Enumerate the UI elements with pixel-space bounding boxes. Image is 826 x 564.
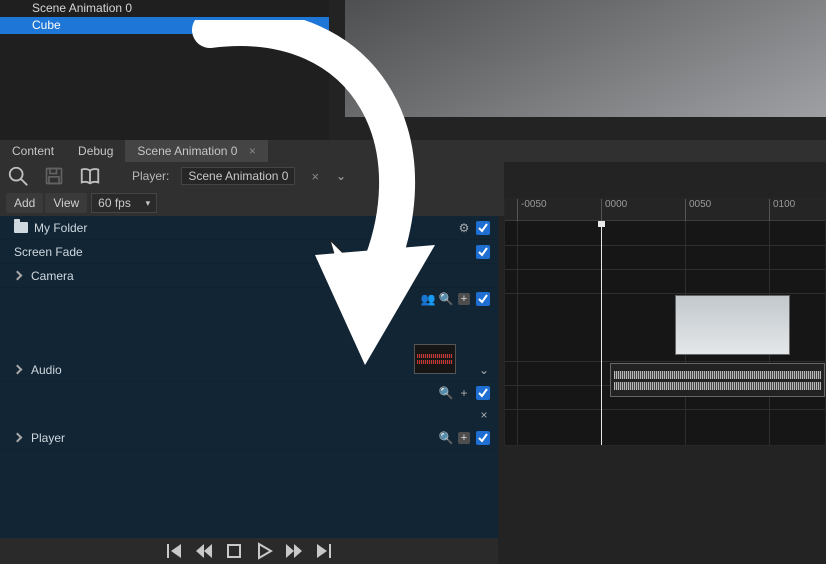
step-forward-button[interactable]: [285, 542, 303, 560]
hierarchy-item-selected[interactable]: Cube: [0, 17, 329, 34]
enable-checkbox[interactable]: [476, 221, 490, 235]
goto-start-button[interactable]: [165, 542, 183, 560]
save-icon: [42, 164, 66, 188]
gear-icon[interactable]: ⚙: [458, 222, 470, 234]
player-dropdown-icon[interactable]: ⌄: [335, 170, 347, 182]
magnify-icon[interactable]: 🔍: [440, 432, 452, 444]
chevron-right-icon: [13, 433, 23, 443]
player-clear-icon[interactable]: ×: [311, 169, 319, 184]
tab-debug[interactable]: Debug: [66, 140, 125, 162]
chevron-down-icon[interactable]: ⌄: [478, 364, 490, 376]
panel-tabs: Content Debug Scene Animation 0 ×: [0, 140, 826, 162]
outline-item-folder[interactable]: My Folder ⚙: [0, 216, 498, 240]
toolbar-row-2: Add View 60 fps ▾: [0, 190, 504, 216]
outline-item-player[interactable]: Player 🔍 +: [0, 426, 498, 450]
book-icon[interactable]: [78, 164, 102, 188]
waveform-icon: [614, 371, 821, 379]
outline-label: Audio: [31, 363, 62, 377]
outline-panel: My Folder ⚙ Screen Fade Camera 👥 🔍 + Aud…: [0, 216, 498, 538]
enable-checkbox[interactable]: [476, 292, 490, 306]
outline-item-camera-sub: 👥 🔍 +: [0, 288, 498, 310]
outline-label: Player: [31, 431, 65, 445]
tab-content[interactable]: Content: [0, 140, 66, 162]
tab-close-icon[interactable]: ×: [249, 144, 256, 158]
hierarchy-panel: Scene Animation 0 Cube: [0, 0, 329, 140]
fps-field[interactable]: 60 fps ▾: [91, 193, 157, 213]
ruler-tick: 0100: [769, 199, 795, 221]
goto-end-button[interactable]: [315, 542, 333, 560]
enable-checkbox[interactable]: [476, 386, 490, 400]
search-icon[interactable]: [6, 164, 30, 188]
close-icon[interactable]: ×: [478, 409, 490, 421]
player-field[interactable]: Scene Animation 0: [181, 167, 295, 185]
player-field-value: Scene Animation 0: [188, 169, 288, 183]
outline-item-camera[interactable]: Camera: [0, 264, 498, 288]
ruler-tick: 0000: [601, 199, 627, 221]
stop-button[interactable]: [225, 542, 243, 560]
outline-item-screen-fade[interactable]: Screen Fade: [0, 240, 498, 264]
outline-label: My Folder: [34, 221, 87, 235]
tab-scene-animation[interactable]: Scene Animation 0 ×: [125, 140, 267, 162]
play-button[interactable]: [255, 542, 273, 560]
waveform-icon: [614, 382, 821, 390]
timeline-tracks[interactable]: [505, 221, 825, 445]
timeline-ruler[interactable]: -0050 0000 0050 0100: [505, 199, 825, 221]
ruler-tick: -0050: [517, 199, 547, 221]
toolbar-row-1: Player: Scene Animation 0 × ⌄: [0, 162, 504, 190]
video-clip[interactable]: [675, 295, 790, 355]
playhead[interactable]: [601, 221, 602, 445]
ruler-tick: 0050: [685, 199, 711, 221]
enable-checkbox[interactable]: [476, 245, 490, 259]
timeline-panel[interactable]: -0050 0000 0050 0100: [504, 198, 826, 446]
hierarchy-item-root[interactable]: Scene Animation 0: [0, 0, 329, 17]
add-key-button[interactable]: +: [458, 432, 470, 444]
folder-icon: [14, 222, 28, 233]
audio-thumbnail: [414, 344, 456, 374]
plus-icon[interactable]: +: [458, 387, 470, 399]
chevron-right-icon: [13, 271, 23, 281]
player-label: Player:: [132, 169, 169, 183]
outline-label: Screen Fade: [14, 245, 83, 259]
fps-dropdown-icon: ▾: [146, 198, 151, 209]
audio-clip[interactable]: [610, 363, 825, 397]
magnify-icon[interactable]: 🔍: [440, 387, 452, 399]
add-key-button[interactable]: +: [458, 293, 470, 305]
outline-item-audio-sub2: ×: [0, 404, 498, 426]
outline-item-audio-sub: 🔍 +: [0, 382, 498, 404]
fps-value: 60 fps: [98, 196, 131, 210]
chevron-right-icon: [13, 365, 23, 375]
viewport-3d[interactable]: [345, 0, 826, 117]
magnify-icon[interactable]: 🔍: [440, 293, 452, 305]
transport-controls: [0, 538, 498, 564]
users-icon[interactable]: 👥: [422, 293, 434, 305]
enable-checkbox[interactable]: [476, 431, 490, 445]
tab-label: Scene Animation 0: [137, 144, 237, 158]
outline-label: Camera: [31, 269, 74, 283]
add-button[interactable]: Add: [6, 193, 43, 213]
step-back-button[interactable]: [195, 542, 213, 560]
view-button[interactable]: View: [45, 193, 87, 213]
